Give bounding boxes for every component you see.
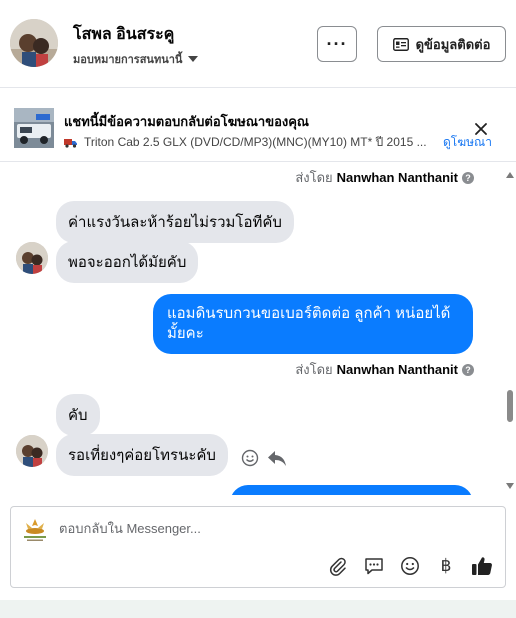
paperclip-icon xyxy=(329,557,346,576)
payment-button[interactable]: ฿ xyxy=(435,555,457,577)
contact-avatar-small xyxy=(16,242,48,274)
sent-by-prefix: ส่งโดย xyxy=(295,170,333,185)
close-icon[interactable] xyxy=(472,120,490,138)
contact-avatar[interactable] xyxy=(10,19,58,67)
truck-icon xyxy=(64,138,77,148)
emoji-button[interactable] xyxy=(399,555,421,577)
composer-toolbar: ฿ xyxy=(327,555,493,577)
contact-card-icon xyxy=(392,37,409,51)
reply-input[interactable] xyxy=(59,521,479,536)
sent-by-label: ส่งโดย Nanwhan Nanthanit ? xyxy=(295,167,474,188)
saved-reply-icon xyxy=(365,558,383,575)
sent-by-name: Nanwhan Nanthanit xyxy=(336,362,458,377)
ad-reply-banner: แชทนี้มีข้อความตอบกลับต่อโฆษณาของคุณ Tri… xyxy=(0,96,516,162)
footer-strip xyxy=(0,600,516,618)
chevron-down-icon xyxy=(188,56,199,62)
like-button[interactable] xyxy=(471,555,493,577)
contact-name: โสพล อินสระคู xyxy=(73,26,175,43)
ad-vehicle-text: Triton Cab 2.5 GLX (DVD/CD/MP3)(MNC)(MY1… xyxy=(84,135,427,149)
incoming-message[interactable]: พอจะออกได้มัยคับ xyxy=(56,241,199,283)
conversation-header: โสพล อินสระคู มอบหมายการสนทนานี้ ··· ดูข… xyxy=(0,0,516,88)
assign-label: มอบหมายการสนทนานี้ xyxy=(73,54,183,66)
ad-vehicle-line: Triton Cab 2.5 GLX (DVD/CD/MP3)(MNC)(MY1… xyxy=(64,133,436,152)
sent-by-label: ส่งโดย Nanwhan Nanthanit ? xyxy=(295,359,474,380)
view-contact-info-label: ดูข้อมูลติดต่อ xyxy=(415,36,491,52)
incoming-message[interactable]: รอเที่ยงๆค่อยโทรนะคับ xyxy=(56,434,228,476)
more-dots-icon: ··· xyxy=(326,33,348,54)
ad-banner-title: แชทนี้มีข้อความตอบกลับต่อโฆษณาของคุณ xyxy=(64,114,309,129)
emoji-icon xyxy=(401,557,419,575)
scroll-down-arrow-icon[interactable] xyxy=(506,483,514,489)
assign-conversation-dropdown[interactable]: มอบหมายการสนทนานี้ xyxy=(73,50,199,68)
message-thread[interactable]: ส่งโดย Nanwhan Nanthanit ? ค่าแรงวันละห้… xyxy=(0,163,516,495)
more-options-button[interactable]: ··· xyxy=(317,26,357,62)
reply-arrow-icon[interactable] xyxy=(267,449,287,467)
thumbs-up-icon xyxy=(472,557,492,575)
incoming-message[interactable]: ค่าแรงวันละห้าร้อยไม่รวมโอทีคับ xyxy=(56,201,294,243)
sent-by-prefix: ส่งโดย xyxy=(295,362,333,377)
smiley-icon[interactable] xyxy=(241,449,259,467)
outgoing-message-partial[interactable] xyxy=(230,485,473,495)
message-actions xyxy=(241,449,287,467)
reply-composer: ฿ xyxy=(10,506,506,588)
scrollbar-thumb[interactable] xyxy=(507,390,513,422)
view-contact-info-button[interactable]: ดูข้อมูลติดต่อ xyxy=(377,26,506,62)
baht-icon: ฿ xyxy=(440,556,452,576)
thread-scrollbar[interactable] xyxy=(504,163,516,495)
ad-thumbnail[interactable] xyxy=(14,108,54,148)
contact-avatar-small xyxy=(16,435,48,467)
info-icon[interactable]: ? xyxy=(462,171,474,184)
sent-by-name: Nanwhan Nanthanit xyxy=(336,170,458,185)
attach-button[interactable] xyxy=(327,555,349,577)
outgoing-message[interactable]: แอมดินรบกวนขอเบอร์ติดต่อ ลูกค้า หน่อยได้… xyxy=(153,294,473,354)
info-icon[interactable]: ? xyxy=(462,363,474,376)
scroll-up-arrow-icon[interactable] xyxy=(506,172,514,178)
saved-reply-button[interactable] xyxy=(363,555,385,577)
incoming-message[interactable]: คับ xyxy=(56,394,100,436)
page-logo xyxy=(24,519,46,541)
